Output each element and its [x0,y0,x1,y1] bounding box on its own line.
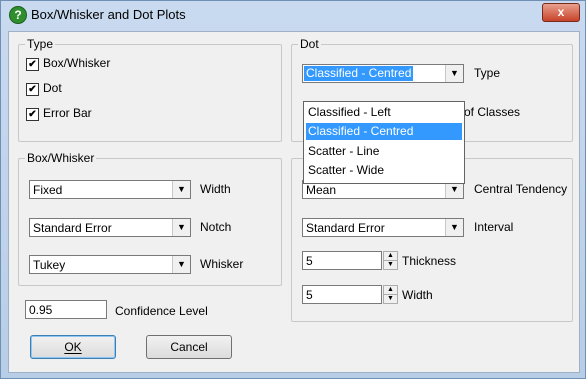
chevron-down-icon[interactable]: ▼ [172,256,190,273]
close-button[interactable]: x [542,3,580,22]
width-select[interactable]: Fixed ▼ [29,180,191,199]
dialog-client-area: Type ✔ Box/Whisker ✔ Dot ✔ Error Bar Box… [8,31,580,373]
dot-type-label: Type [474,66,501,80]
boxwhisker-group-label: Box/Whisker [25,151,97,165]
title-bar[interactable]: ? Box/Whisker and Dot Plots x [1,1,585,27]
dialog-window: ? Box/Whisker and Dot Plots x Type ✔ Box… [0,0,586,379]
number-of-classes-label: of Classes [464,105,521,119]
chevron-down-icon[interactable]: ▼ [445,219,463,236]
spin-down-icon[interactable]: ▼ [384,261,397,269]
dropdown-option-scatter-line[interactable]: Scatter - Line [306,143,462,160]
width-label: Width [200,182,231,196]
dot-checkbox[interactable]: ✔ [26,83,39,96]
dot-type-dropdown-list[interactable]: Classified - Left Classified - Centred S… [303,101,465,184]
confidence-level-value: 0.95 [29,303,53,317]
window-title: Box/Whisker and Dot Plots [31,7,186,22]
spin-down-icon[interactable]: ▼ [384,295,397,303]
thickness-value: 5 [306,254,313,268]
ok-button-label: OK [64,340,82,354]
cancel-button[interactable]: Cancel [146,335,232,359]
dropdown-option-classified-left[interactable]: Classified - Left [306,104,462,121]
chevron-down-icon[interactable]: ▼ [445,65,463,82]
dot-type-select[interactable]: Classified - Centred ▼ [302,64,464,83]
boxwhisker-group: Box/Whisker Fixed ▼ Width Standard Error… [18,151,282,286]
confidence-level-input[interactable]: 0.95 [25,300,107,319]
dot-group-label: Dot [298,37,321,51]
whisker-select[interactable]: Tukey ▼ [29,255,191,274]
central-tendency-label: Central Tendency [474,182,568,196]
boxwhisker-checkbox[interactable]: ✔ [26,58,39,71]
dot-type-select-value: Classified - Centred [304,66,414,81]
central-tendency-value: Mean [306,183,337,197]
chevron-down-icon[interactable]: ▼ [172,219,190,236]
interval-select[interactable]: Standard Error ▼ [302,218,464,237]
errorbar-width-value: 5 [306,288,313,302]
dropdown-option-classified-centred[interactable]: Classified - Centred [306,123,462,140]
confidence-level-label: Confidence Level [115,304,208,318]
errorbar-width-spinner[interactable]: ▲ ▼ [383,285,398,304]
thickness-input[interactable]: 5 [302,251,382,270]
errorbar-width-input[interactable]: 5 [302,285,382,304]
width-select-value: Fixed [33,183,63,197]
close-icon: x [557,5,565,19]
notch-select[interactable]: Standard Error ▼ [29,218,191,237]
thickness-label: Thickness [402,254,457,268]
ok-button[interactable]: OK [30,335,116,359]
type-group: Type ✔ Box/Whisker ✔ Dot ✔ Error Bar [18,37,282,142]
errorbar-checkbox[interactable]: ✔ [26,108,39,121]
interval-value: Standard Error [306,221,385,235]
spin-up-icon[interactable]: ▲ [384,252,397,261]
boxwhisker-checkbox-label: Box/Whisker [43,56,111,70]
whisker-label: Whisker [200,257,244,271]
help-question-icon: ? [9,6,27,24]
whisker-select-value: Tukey [33,258,66,272]
errorbar-checkbox-label: Error Bar [43,106,92,120]
cancel-button-label: Cancel [170,340,208,354]
thickness-spinner[interactable]: ▲ ▼ [383,251,398,270]
notch-label: Notch [200,220,232,234]
dropdown-option-scatter-wide[interactable]: Scatter - Wide [306,162,462,179]
spin-up-icon[interactable]: ▲ [384,286,397,295]
interval-label: Interval [474,220,514,234]
type-group-label: Type [25,37,56,51]
notch-select-value: Standard Error [33,221,112,235]
errorbar-width-label: Width [402,288,433,302]
chevron-down-icon[interactable]: ▼ [172,181,190,198]
dot-checkbox-label: Dot [43,81,62,95]
